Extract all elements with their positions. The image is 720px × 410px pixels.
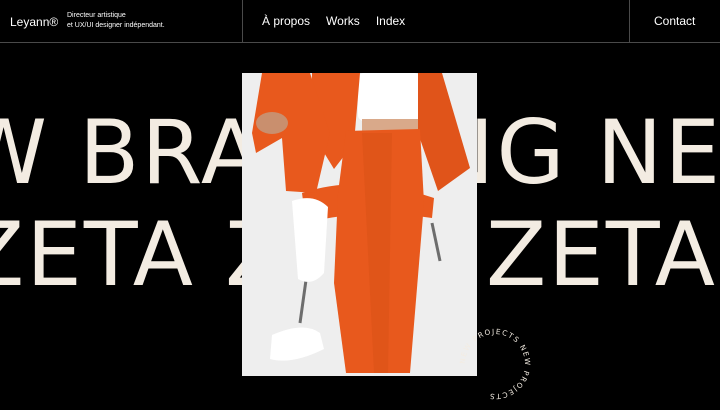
top-header: Leyann® Directeur artistique et UX/UI de… [0, 0, 720, 43]
header-divider [629, 0, 630, 43]
header-divider [242, 0, 243, 43]
contact-link[interactable]: Contact [654, 14, 695, 28]
nav-link-index[interactable]: Index [376, 14, 405, 28]
tagline: Directeur artistique et UX/UI designer i… [67, 11, 165, 31]
hero-photo[interactable] [242, 73, 477, 376]
tagline-line-2: et UX/UI designer indépendant. [67, 22, 165, 29]
orange-suit-illustration [242, 73, 477, 376]
svg-text:NEW PROJECTS NEW PROJECTS: NEW PROJECTS NEW PROJECTS [458, 327, 532, 401]
main-nav: À propos Works Index [262, 14, 405, 28]
nav-link-a-propos[interactable]: À propos [262, 14, 310, 28]
tagline-line-1: Directeur artistique [67, 12, 126, 19]
badge-text: NEW PROJECTS NEW PROJECTS [458, 327, 531, 401]
nav-link-works[interactable]: Works [326, 14, 360, 28]
new-projects-badge[interactable]: NEW PROJECTS NEW PROJECTS [456, 325, 534, 403]
brand-logo[interactable]: Leyann® [10, 15, 58, 29]
